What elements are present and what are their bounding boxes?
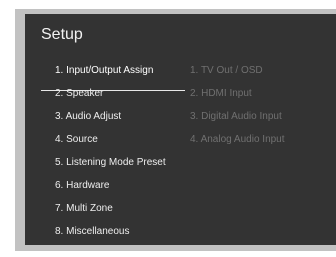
menu-item-miscellaneous[interactable]: 8. Miscellaneous xyxy=(55,226,129,237)
menu-item-speaker[interactable]: 2. Speaker xyxy=(55,88,103,99)
menu-item-audio-adjust[interactable]: 3. Audio Adjust xyxy=(55,111,121,122)
submenu-item-analog-audio-input: 4. Analog Audio Input xyxy=(190,134,285,145)
menu-item-source[interactable]: 4. Source xyxy=(55,134,98,145)
page-title: Setup xyxy=(41,26,83,43)
menu-item-input-output-assign[interactable]: 1. Input/Output Assign xyxy=(55,65,153,76)
setup-screen: Setup 1. Input/Output Assign 2. Speaker … xyxy=(25,14,336,245)
menu-item-multi-zone[interactable]: 7. Multi Zone xyxy=(55,203,113,214)
submenu-item-hdmi-input: 2. HDMI Input xyxy=(190,88,252,99)
submenu-item-digital-audio-input: 3. Digital Audio Input xyxy=(190,111,282,122)
menu-item-hardware[interactable]: 6. Hardware xyxy=(55,180,109,191)
submenu-item-tv-out-osd: 1. TV Out / OSD xyxy=(190,65,263,76)
menu-item-listening-mode-preset[interactable]: 5. Listening Mode Preset xyxy=(55,157,166,168)
